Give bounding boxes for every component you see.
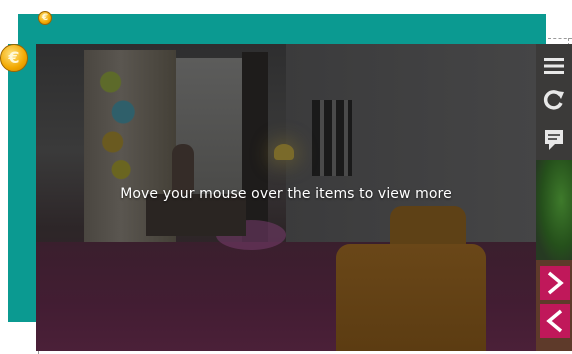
- next-button[interactable]: [540, 266, 570, 300]
- coin-icon: €: [38, 11, 52, 25]
- chat-icon: [545, 130, 563, 150]
- curtain-pattern: [98, 64, 140, 184]
- chevron-right-icon: [547, 271, 564, 295]
- sidebar-plant-image: [536, 160, 572, 260]
- table-lamp[interactable]: [274, 144, 294, 160]
- room-scene-viewport[interactable]: Move your mouse over the items to view m…: [36, 44, 536, 351]
- menu-icon: [544, 58, 564, 74]
- reload-icon: [543, 90, 564, 110]
- coin-icon-large: €: [0, 44, 28, 72]
- menu-button[interactable]: [540, 52, 568, 80]
- teal-frame-left: [8, 44, 36, 322]
- instruction-message: Move your mouse over the items to view m…: [120, 186, 452, 202]
- chevron-left-icon: [546, 309, 563, 333]
- chat-button[interactable]: [540, 126, 568, 154]
- reload-button[interactable]: [540, 86, 568, 114]
- sofa[interactable]: [336, 244, 486, 351]
- wall-picture-frames[interactable]: [312, 100, 352, 176]
- previous-button[interactable]: [540, 304, 570, 338]
